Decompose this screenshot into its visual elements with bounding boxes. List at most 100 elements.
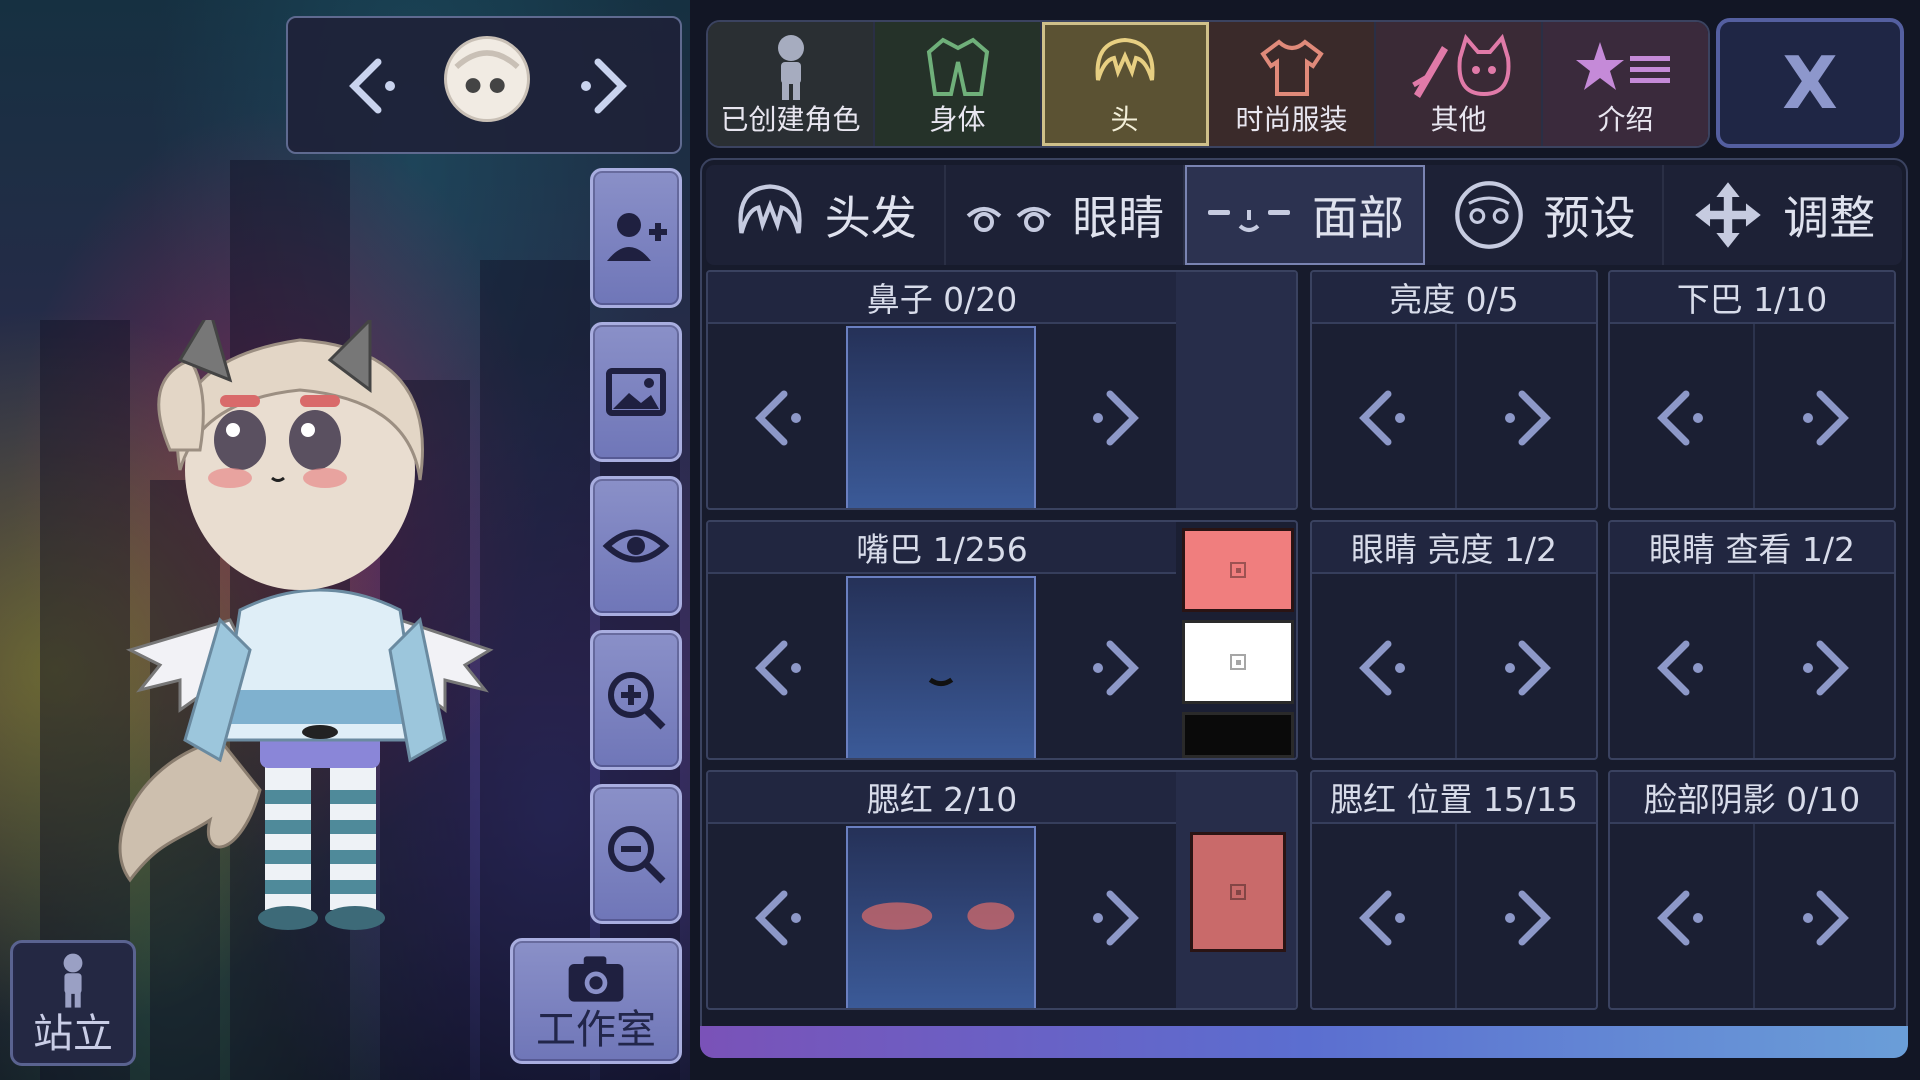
chevron-left-icon [349,58,395,114]
subtab-label: 预设 [1543,191,1636,245]
chevron-left-icon [1359,890,1405,946]
nose-color-slot [1176,272,1296,508]
panel-bottom-accent-bar [700,1026,1908,1058]
face-shadow-next-button[interactable] [1790,882,1860,952]
blush-option-card: 腮红 2/10 [706,770,1298,1010]
blush-position-next-button[interactable] [1492,882,1562,952]
character-avatar[interactable] [100,320,500,940]
character-head-thumbnail[interactable] [444,36,530,122]
head-subtabs: 头发 眼睛 面部 预设 调整 [706,165,1902,265]
image-icon [606,368,666,416]
eye-look-prev-button[interactable] [1646,632,1716,702]
tab-label: 介绍 [1597,103,1654,136]
nose-next-button[interactable] [1080,382,1150,452]
chevron-left-icon [1657,390,1703,446]
eye-brightness-next-button[interactable] [1492,632,1562,702]
tab-head[interactable]: 头 [1042,22,1209,146]
subtab-eyes[interactable]: 眼睛 [946,165,1186,265]
eye-look-option-card: 眼睛 查看 1/2 [1608,520,1896,760]
chevron-left-icon [755,640,801,696]
tab-fashion[interactable]: 时尚服装 [1209,22,1376,146]
pose-button[interactable]: 站立 [10,940,136,1066]
chevron-right-icon [581,58,627,114]
chevron-right-icon [1093,640,1139,696]
add-character-button[interactable] [590,168,682,308]
category-tabs: 已创建角色 身体 头 时尚服装 其他 介绍 [706,20,1710,148]
nose-prev-button[interactable] [744,382,814,452]
chevron-right-icon [1505,890,1551,946]
face-shadow-option-card: 脸部阴影 0/10 [1608,770,1896,1010]
chevron-right-icon [1505,390,1551,446]
blush-position-prev-button[interactable] [1348,882,1418,952]
zoom-out-button[interactable] [590,784,682,924]
mouth-next-button[interactable] [1080,632,1150,702]
eye-look-next-button[interactable] [1790,632,1860,702]
studio-button[interactable]: 工作室 [510,938,682,1064]
subtab-label: 面部 [1311,191,1404,245]
face-shadow-prev-button[interactable] [1646,882,1716,952]
chevron-right-icon [1803,390,1849,446]
zoom-out-icon [608,826,666,884]
jacket-icon [926,37,989,96]
chevron-right-icon [1093,390,1139,446]
tab-other[interactable]: 其他 [1376,22,1543,146]
tab-created-characters[interactable]: 已创建角色 [708,22,875,146]
mouth-color-swatch-2[interactable] [1182,620,1294,704]
mouth-option-card: 嘴巴 1/256 [706,520,1298,760]
hair-icon [1095,37,1154,81]
chin-next-button[interactable] [1790,382,1860,452]
character-selector [286,16,682,154]
face-preset-icon [1454,181,1523,249]
zoom-in-button[interactable] [590,630,682,770]
close-button[interactable]: X [1716,18,1904,148]
subtab-hair[interactable]: 头发 [706,165,946,265]
prev-character-button[interactable] [338,50,408,120]
mouth-color-swatch-1[interactable] [1182,528,1294,612]
mouth-label: 嘴巴 1/256 [708,522,1176,574]
blush-next-button[interactable] [1080,882,1150,952]
tshirt-icon [1259,39,1324,96]
eye-brightness-label: 眼睛 亮度 1/2 [1312,522,1596,574]
subtab-label: 调整 [1783,191,1876,245]
move-arrows-icon [1695,182,1761,248]
pose-label: 站立 [33,1011,113,1057]
chevron-left-icon [1657,890,1703,946]
blush-label: 腮红 2/10 [708,772,1176,824]
chevron-left-icon [755,890,801,946]
visibility-button[interactable] [590,476,682,616]
blush-color-swatch[interactable] [1190,832,1286,952]
chevron-left-icon [1359,640,1405,696]
sword-and-cat-icon [1411,33,1510,98]
eye-brightness-prev-button[interactable] [1348,632,1418,702]
next-character-button[interactable] [568,50,638,120]
chevron-right-icon [1093,890,1139,946]
mouth-preview [846,576,1036,758]
tab-label: 时尚服装 [1235,103,1348,136]
eye-brightness-option-card: 眼睛 亮度 1/2 [1310,520,1598,760]
hair-icon [738,184,802,234]
eye-look-label: 眼睛 查看 1/2 [1610,522,1894,574]
face-icon [454,50,520,93]
chin-prev-button[interactable] [1646,382,1716,452]
close-label: X [1782,41,1838,125]
nose-label: 鼻子 0/20 [708,272,1176,324]
tab-label: 已创建角色 [720,103,861,136]
tab-label: 头 [1110,103,1139,136]
tab-intro[interactable]: 介绍 [1543,22,1708,146]
blush-prev-button[interactable] [744,882,814,952]
subtab-label: 眼睛 [1072,191,1165,245]
subtab-preset[interactable]: 预设 [1425,165,1665,265]
chevron-left-icon [1359,390,1405,446]
brightness-next-button[interactable] [1492,382,1562,452]
mouth-prev-button[interactable] [744,632,814,702]
subtab-adjust[interactable]: 调整 [1664,165,1902,265]
mouth-color-swatch-3[interactable] [1182,712,1294,758]
brightness-prev-button[interactable] [1348,382,1418,452]
background-button[interactable] [590,322,682,462]
blush-preview [846,826,1036,1008]
tab-body[interactable]: 身体 [875,22,1042,146]
face-shadow-label: 脸部阴影 0/10 [1610,772,1894,824]
subtab-face[interactable]: 面部 [1185,165,1425,265]
studio-label: 工作室 [536,1007,656,1053]
eye-icon [602,529,670,563]
